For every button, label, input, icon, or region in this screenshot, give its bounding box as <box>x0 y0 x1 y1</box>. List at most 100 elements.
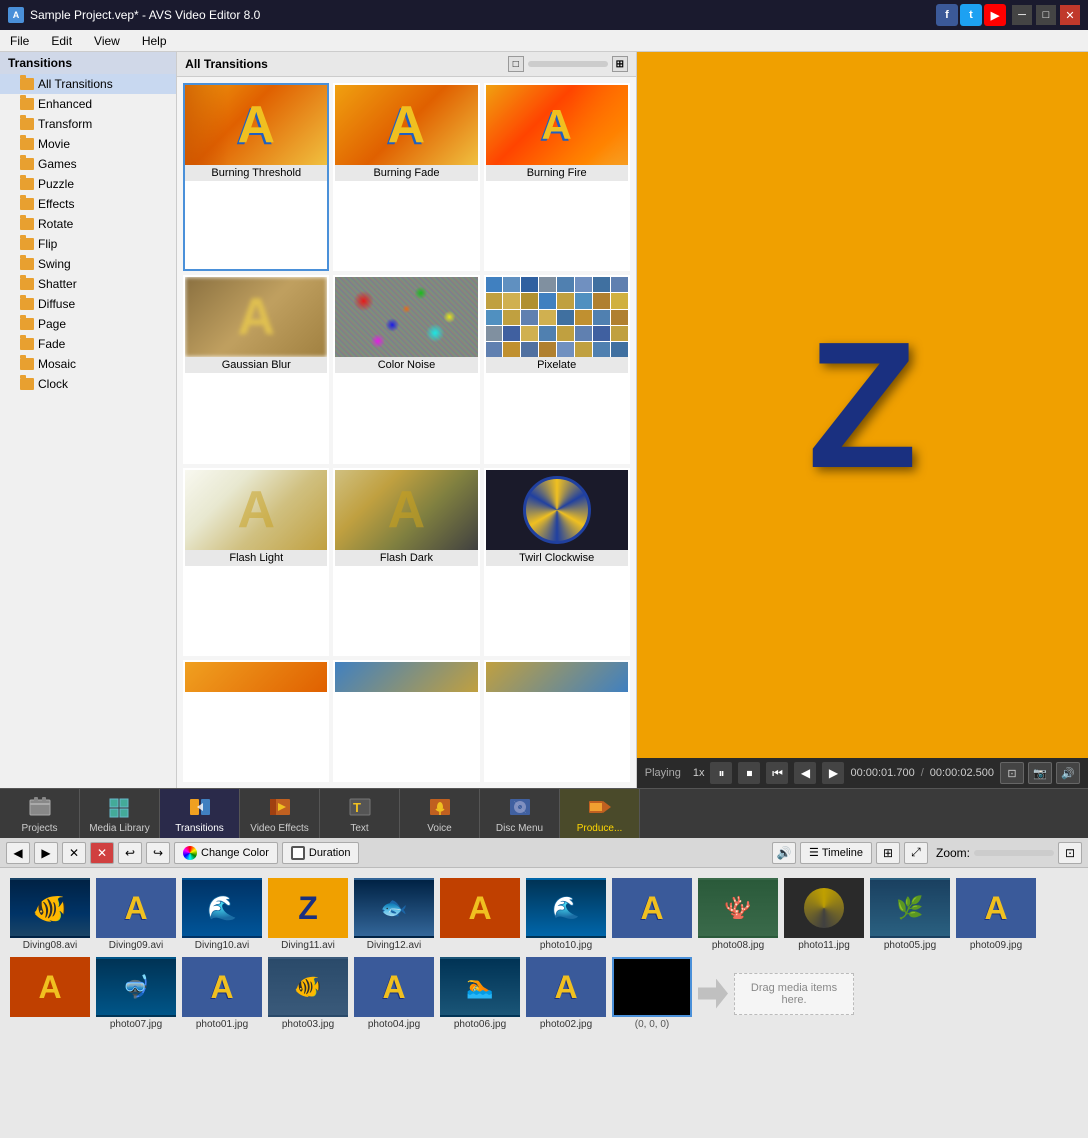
tool-disc-menu[interactable]: Disc Menu <box>480 789 560 839</box>
sidebar-item-shatter[interactable]: Shatter <box>0 274 176 294</box>
snapshot-button[interactable]: 📷 <box>1028 762 1052 784</box>
fit-view-button[interactable]: ⤢ <box>904 842 928 864</box>
list-item[interactable]: A photo01.jpg <box>182 957 262 1030</box>
list-item[interactable]: A <box>440 878 520 951</box>
sidebar-item-mosaic[interactable]: Mosaic <box>0 354 176 374</box>
tool-voice[interactable]: Voice <box>400 789 480 839</box>
transitions-panel: All Transitions □ ⊞ A Burning Threshold <box>177 52 637 788</box>
list-item[interactable]: 🏊 photo06.jpg <box>440 957 520 1030</box>
transition-row4-3[interactable] <box>484 660 630 782</box>
zoom-slider[interactable] <box>974 850 1054 856</box>
list-item[interactable]: 🌊 Diving10.avi <box>182 878 262 951</box>
sidebar-item-clock[interactable]: Clock <box>0 374 176 394</box>
sidebar-item-transform[interactable]: Transform <box>0 114 176 134</box>
stop-button[interactable]: ⏹ <box>738 762 760 784</box>
thumb-letter: A <box>237 95 275 155</box>
transition-thumb-gaussian-blur: A <box>185 277 327 357</box>
transition-thumb-row4-1 <box>185 662 327 692</box>
pause-button[interactable]: ⏸ <box>710 762 732 784</box>
menu-help[interactable]: Help <box>136 32 173 50</box>
transition-flash-dark[interactable]: A Flash Dark <box>333 468 479 656</box>
folder-icon <box>20 118 34 130</box>
transition-row4-1[interactable] <box>183 660 329 782</box>
sidebar-item-page[interactable]: Page <box>0 314 176 334</box>
facebook-icon[interactable]: f <box>936 4 958 26</box>
sidebar-item-enhanced[interactable]: Enhanced <box>0 94 176 114</box>
sidebar-item-movie[interactable]: Movie <box>0 134 176 154</box>
transition-flash-light[interactable]: A Flash Light <box>183 468 329 656</box>
sidebar-item-all-transitions[interactable]: All Transitions <box>0 74 176 94</box>
transition-burning-fade[interactable]: A Burning Fade <box>333 83 479 271</box>
list-item[interactable]: 🪸 photo08.jpg <box>698 878 778 951</box>
twitter-icon[interactable]: t <box>960 4 982 26</box>
list-item[interactable]: 🌊 photo10.jpg <box>526 878 606 951</box>
drag-media-area[interactable]: Drag media itemshere. <box>734 973 854 1015</box>
sidebar-item-fade[interactable]: Fade <box>0 334 176 354</box>
list-item[interactable]: 🌿 photo05.jpg <box>870 878 950 951</box>
sidebar-item-effects[interactable]: Effects <box>0 194 176 214</box>
fullscreen-button[interactable]: ⊡ <box>1058 842 1082 864</box>
transition-burning-fire[interactable]: A Burning Fire <box>484 83 630 271</box>
list-item[interactable]: photo11.jpg <box>784 878 864 951</box>
list-item[interactable]: 🐠 Diving08.avi <box>10 878 90 951</box>
media-library-icon <box>106 793 134 821</box>
remove-button[interactable]: ✕ <box>62 842 86 864</box>
tool-text[interactable]: T Text <box>320 789 400 839</box>
back-button[interactable]: ◀ <box>6 842 30 864</box>
menu-edit[interactable]: Edit <box>45 32 78 50</box>
tool-media-library[interactable]: Media Library <box>80 789 160 839</box>
transition-color-noise[interactable]: Color Noise <box>333 275 479 463</box>
sidebar-item-diffuse[interactable]: Diffuse <box>0 294 176 314</box>
tool-produce[interactable]: Produce... <box>560 789 640 839</box>
undo-button[interactable]: ↩ <box>118 842 142 864</box>
grid-view-button[interactable]: ⊞ <box>876 842 900 864</box>
minimize-button[interactable]: ─ <box>1012 5 1032 25</box>
transition-row4-2[interactable] <box>333 660 479 782</box>
change-color-button[interactable]: Change Color <box>174 842 278 864</box>
list-item[interactable]: A photo02.jpg <box>526 957 606 1030</box>
rewind-button[interactable]: ⏮ <box>766 762 788 784</box>
sidebar-item-rotate[interactable]: Rotate <box>0 214 176 234</box>
tool-video-effects[interactable]: Video Effects <box>240 789 320 839</box>
transition-gaussian-blur[interactable]: A Gaussian Blur <box>183 275 329 463</box>
transition-burning-threshold[interactable]: A Burning Threshold <box>183 83 329 271</box>
transition-pixelate[interactable]: Pixelate <box>484 275 630 463</box>
list-item[interactable]: A <box>10 957 90 1030</box>
tool-transitions[interactable]: Transitions <box>160 789 240 839</box>
size-large-button[interactable]: ⊞ <box>612 56 628 72</box>
prev-frame-button[interactable]: ◀ <box>794 762 816 784</box>
aspect-ratio-button[interactable]: ⊡ <box>1000 762 1024 784</box>
maximize-button[interactable]: □ <box>1036 5 1056 25</box>
duration-button[interactable]: Duration <box>282 842 360 864</box>
list-item[interactable]: A Diving09.avi <box>96 878 176 951</box>
menu-file[interactable]: File <box>4 32 35 50</box>
close-button[interactable]: ✕ <box>1060 5 1080 25</box>
sidebar-item-puzzle[interactable]: Puzzle <box>0 174 176 194</box>
sidebar-item-flip[interactable]: Flip <box>0 234 176 254</box>
redo-button[interactable]: ↪ <box>146 842 170 864</box>
list-item[interactable]: A photo09.jpg <box>956 878 1036 951</box>
list-item[interactable]: Z Diving11.avi <box>268 878 348 951</box>
list-item[interactable]: (0, 0, 0) <box>612 957 692 1030</box>
list-item[interactable]: A <box>612 878 692 951</box>
sidebar-item-games[interactable]: Games <box>0 154 176 174</box>
next-frame-button[interactable]: ▶ <box>822 762 844 784</box>
tool-projects[interactable]: Projects <box>0 789 80 839</box>
transition-label-burning-fire: Burning Fire <box>486 165 628 181</box>
list-item[interactable]: A photo04.jpg <box>354 957 434 1030</box>
list-item[interactable]: 🐠 photo03.jpg <box>268 957 348 1030</box>
volume-control-button[interactable]: 🔊 <box>772 842 796 864</box>
delete-button[interactable]: ✕ <box>90 842 114 864</box>
volume-button[interactable]: 🔊 <box>1056 762 1080 784</box>
forward-button[interactable]: ▶ <box>34 842 58 864</box>
zoom-label: Zoom: <box>936 846 970 860</box>
list-item[interactable]: 🐟 Diving12.avi <box>354 878 434 951</box>
timeline-button[interactable]: ☰ Timeline <box>800 842 872 864</box>
menu-view[interactable]: View <box>88 32 126 50</box>
transition-twirl-clockwise[interactable]: Twirl Clockwise <box>484 468 630 656</box>
sidebar-item-swing[interactable]: Swing <box>0 254 176 274</box>
list-item[interactable]: 🤿 photo07.jpg <box>96 957 176 1030</box>
size-slider[interactable] <box>528 61 608 67</box>
youtube-icon[interactable]: ▶ <box>984 4 1006 26</box>
size-small-button[interactable]: □ <box>508 56 524 72</box>
